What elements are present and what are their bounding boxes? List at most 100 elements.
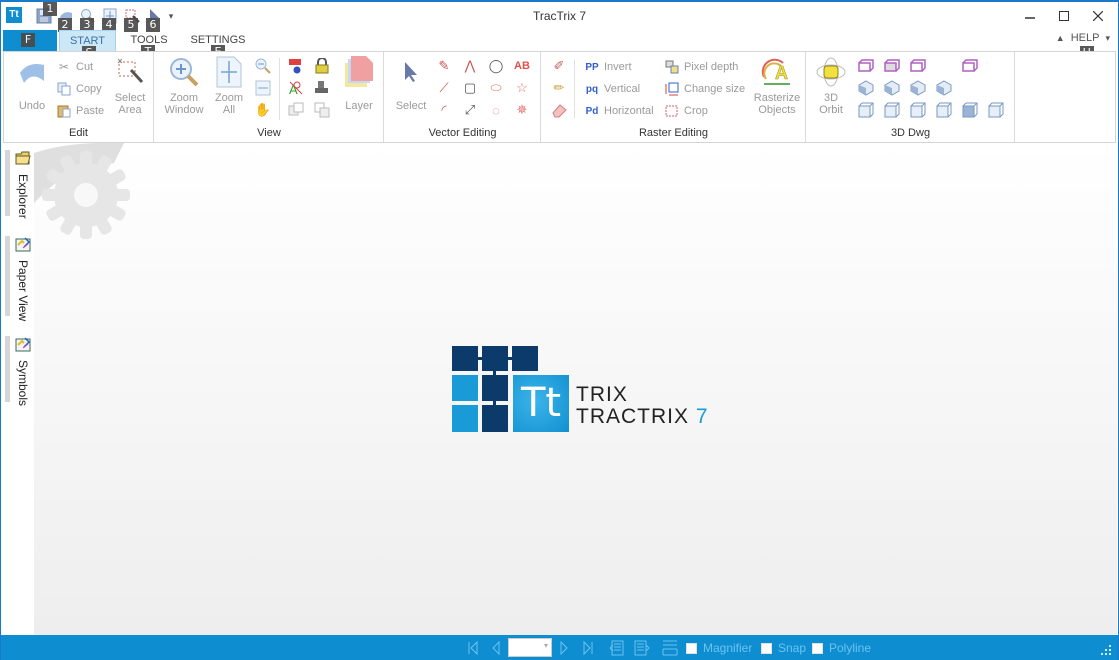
tab-file[interactable]: F (3, 30, 57, 51)
maximize-button[interactable] (1047, 4, 1081, 28)
draw-callout-button[interactable]: ◌ (487, 101, 505, 119)
invert-button[interactable]: PP Invert (584, 57, 631, 77)
pixel-depth-button[interactable]: Pixel depth (664, 57, 738, 77)
3d-isometric-icon (936, 80, 952, 96)
insert-page-before-button[interactable] (609, 639, 625, 657)
paste-icon (56, 103, 72, 119)
send-back-icon (314, 102, 330, 118)
last-page-button[interactable] (582, 639, 594, 657)
group-label-edit: Edit (69, 127, 88, 139)
side-tab-paper-view[interactable]: Paper View (5, 236, 31, 321)
stamp-button[interactable] (313, 79, 331, 97)
polyline-checkbox[interactable]: Polyline (812, 639, 871, 657)
paste-button[interactable]: Paste (56, 101, 104, 121)
pencil-icon: ✏ (553, 80, 565, 95)
draw-arc-button[interactable]: ◜ (435, 101, 453, 119)
snap-checkbox[interactable]: Snap (761, 639, 806, 657)
copy-button[interactable]: Copy (56, 79, 102, 99)
3d-view-button[interactable] (857, 101, 875, 119)
checkbox-box[interactable] (686, 642, 697, 654)
first-page-button[interactable] (467, 639, 479, 657)
tab-tools[interactable]: TOOLS T (123, 30, 175, 59)
rasterize-objects-button[interactable]: A Rasterize Objects (752, 56, 802, 116)
close-button[interactable] (1081, 4, 1115, 28)
lock-button[interactable] (313, 57, 331, 75)
properties-button[interactable]: A (287, 79, 305, 97)
select-area-button[interactable]: Select Area (110, 56, 150, 116)
3d-view-cube-icon (884, 102, 900, 118)
insert-page-after-button[interactable] (634, 639, 650, 657)
draw-circle-button[interactable]: ◯ (487, 57, 505, 75)
draw-polyline-button[interactable]: ⋀ (461, 57, 479, 75)
page-selector[interactable]: ▾ (508, 638, 552, 657)
insert-page-after-icon (634, 640, 650, 656)
layer-color-button[interactable] (287, 57, 305, 75)
3d-view-button[interactable] (883, 57, 901, 75)
draw-line-button[interactable]: ⟋ (435, 79, 453, 97)
3d-view-button[interactable] (883, 101, 901, 119)
undo-button[interactable]: Undo (14, 56, 50, 112)
change-size-button[interactable]: Change size (664, 79, 745, 99)
draw-burst-button[interactable]: ✵ (513, 101, 531, 119)
select-area-label-1: Select (114, 92, 146, 104)
draw-star-button[interactable]: ☆ (513, 79, 531, 97)
raster-pencil-button[interactable]: ✏ (550, 79, 568, 97)
3d-view-button[interactable] (935, 79, 953, 97)
drawing-canvas[interactable]: Tt TRIX TRACTRIX 7 (34, 143, 1117, 635)
page-layout-button[interactable] (662, 639, 678, 657)
3d-box-icon (858, 59, 874, 72)
draw-dimension-button[interactable]: ⤢ (461, 101, 479, 119)
3d-view-button[interactable] (909, 57, 927, 75)
zoom-window-button[interactable]: Zoom Window (161, 56, 207, 116)
3d-view-button[interactable] (909, 79, 927, 97)
3d-view-cube-icon (858, 102, 874, 118)
select-button[interactable]: Select (393, 56, 429, 112)
3d-orbit-button[interactable]: 3D Orbit (813, 56, 849, 116)
pixel-depth-icon (664, 59, 680, 75)
zoom-width-icon (255, 80, 271, 96)
raster-pen-button[interactable]: ✐ (550, 57, 568, 75)
tab-start[interactable]: START S (59, 30, 116, 60)
previous-page-button[interactable] (490, 639, 502, 657)
draw-cloud-button[interactable]: ⬭ (487, 79, 505, 97)
3d-view-button[interactable] (935, 101, 953, 119)
cut-button[interactable]: ✂ Cut (56, 57, 93, 77)
3d-view-button[interactable] (857, 79, 875, 97)
3d-view-button[interactable] (909, 101, 927, 119)
tab-settings[interactable]: SETTINGS E (187, 30, 249, 59)
zoom-width-button[interactable] (254, 79, 272, 97)
next-page-button[interactable] (558, 639, 570, 657)
draw-rectangle-button[interactable]: ▢ (461, 79, 479, 97)
zoom-out-button[interactable] (254, 57, 272, 75)
draw-point-button[interactable]: ✎ (435, 57, 453, 75)
flip-vertical-button[interactable]: pq Vertical (584, 79, 640, 99)
3d-view-button[interactable] (961, 101, 979, 119)
3d-view-cube-icon (962, 102, 978, 118)
send-back-button[interactable] (313, 101, 331, 119)
title-bar: Tt 1 2 3 4 5 6 ▾ TracTrix 7 (1, 2, 1118, 32)
checkbox-box[interactable] (761, 642, 772, 654)
side-tab-symbols[interactable]: Symbols (5, 336, 31, 406)
help-menu[interactable]: ▲HELP▾ H (1056, 32, 1110, 60)
resize-grip-icon[interactable] (1101, 645, 1112, 656)
flip-horizontal-button[interactable]: Pd Horizontal (584, 101, 654, 121)
collapse-ribbon-icon[interactable]: ▲ (1056, 33, 1065, 43)
zoom-all-button[interactable]: Zoom All (211, 56, 247, 116)
checkbox-box[interactable] (812, 642, 823, 654)
minimize-button[interactable] (1013, 4, 1047, 28)
select-label: Select (395, 100, 427, 112)
orbit-hand-icon (816, 57, 846, 87)
draw-text-button[interactable]: AB (513, 57, 531, 75)
raster-eraser-button[interactable] (550, 101, 568, 119)
3d-view-button[interactable] (961, 57, 979, 75)
layer-button[interactable]: Layer (341, 56, 377, 112)
3d-view-button[interactable] (883, 79, 901, 97)
bring-front-button[interactable] (287, 101, 305, 119)
3d-view-button[interactable] (987, 101, 1005, 119)
crop-button[interactable]: Crop (664, 101, 708, 121)
magnifier-checkbox[interactable]: Magnifier (686, 639, 752, 657)
pan-button[interactable]: ✋ (254, 101, 272, 119)
pencil-line-icon: ⟋ (439, 80, 449, 95)
3d-view-button[interactable] (857, 57, 875, 75)
side-tab-explorer[interactable]: Explorer (5, 150, 31, 219)
